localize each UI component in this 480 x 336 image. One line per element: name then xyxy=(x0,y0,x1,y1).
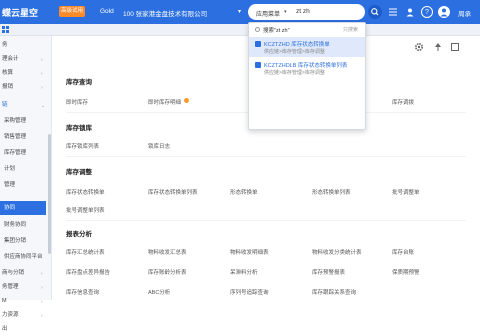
section-title-query: 库存查询 xyxy=(66,79,92,86)
avatar[interactable] xyxy=(438,6,450,18)
sidebar-item-inventory-collab[interactable]: 协同 xyxy=(0,201,46,215)
sidebar-item[interactable]: M xyxy=(0,294,46,308)
link-transfer[interactable]: 库存调拨 xyxy=(392,98,414,106)
result-path: 供应链>库存管理>库存调整 xyxy=(264,70,325,76)
chevron-down-icon[interactable]: ▾ xyxy=(284,9,287,15)
sidebar-item[interactable]: 计划 xyxy=(0,162,46,176)
sidebar-item[interactable]: 集团分销 xyxy=(0,234,46,248)
report-link[interactable]: 序列号追踪查询 xyxy=(230,288,269,296)
sidebar-scrollbar[interactable] xyxy=(48,134,51,254)
chevron-right-icon: › xyxy=(41,85,43,91)
divider xyxy=(66,156,466,157)
fullscreen-icon[interactable] xyxy=(450,42,460,52)
search-hint-tag: 只搜索 xyxy=(343,27,359,33)
report-link[interactable]: 物料收发明细表 xyxy=(230,248,269,256)
link-form-convert-list[interactable]: 形态转换单列表 xyxy=(312,188,351,196)
link-lock-log[interactable]: 锁库日志 xyxy=(148,142,170,150)
help-icon[interactable]: ? xyxy=(421,6,433,18)
top-bar: 蝶云星空 高级试用 Gold 100 张家港金盘技术有限公司 ▾ 应用菜单 ▾ … xyxy=(0,0,480,24)
link-lot-adjust-list[interactable]: 批号调整单列表 xyxy=(66,206,105,214)
report-link[interactable]: 物料收发汇总表 xyxy=(148,248,187,256)
link-status-convert[interactable]: 库存状态转换单 xyxy=(66,188,105,196)
report-link[interactable]: ABC分析 xyxy=(148,288,170,296)
edition-label: Gold xyxy=(100,8,114,15)
link-lock-list[interactable]: 库存锁库列表 xyxy=(66,142,99,150)
section-title-adjust: 库存调整 xyxy=(66,169,92,176)
bill-icon xyxy=(255,62,261,68)
sidebar-item[interactable]: 财务协同 xyxy=(0,218,46,232)
new-badge-dot xyxy=(184,98,189,103)
sidebar-item[interactable]: 务 xyxy=(0,38,46,52)
grid-apps-icon[interactable] xyxy=(2,26,10,34)
result-title: KCZTZHD 库存状态转换单 xyxy=(264,42,330,48)
report-link[interactable]: 库存预警报表 xyxy=(312,268,345,276)
report-link[interactable]: 库存台账 xyxy=(392,248,414,256)
search-hint: 搜索"zt zh" xyxy=(263,28,290,34)
link-status-convert-list[interactable]: 库存状态转换单列表 xyxy=(148,188,198,196)
divider xyxy=(66,220,466,221)
report-link[interactable]: 保质期预警 xyxy=(392,268,420,276)
sidebar-item[interactable]: 出 xyxy=(0,322,46,336)
menu-icon[interactable] xyxy=(387,6,399,18)
search-input[interactable]: zt zh xyxy=(296,8,310,15)
sidebar-item[interactable]: 商与分销 xyxy=(0,266,46,280)
sidebar-item[interactable]: 销售管理 xyxy=(0,130,46,144)
global-search[interactable]: 应用菜单 ▾ zt zh xyxy=(248,4,365,20)
sidebar-item[interactable]: 报销 xyxy=(0,80,46,94)
person-icon[interactable] xyxy=(404,6,416,18)
sidebar-item[interactable]: 管理 xyxy=(0,178,46,192)
link-form-convert[interactable]: 形态转换单 xyxy=(230,188,258,196)
search-icon xyxy=(255,27,260,32)
search-scope-select[interactable]: 应用菜单 xyxy=(256,9,280,18)
chevron-right-icon: › xyxy=(41,71,43,77)
report-link[interactable]: 库存跟踪关系查询 xyxy=(312,288,356,296)
sidebar-item[interactable]: 理会计 xyxy=(0,52,46,66)
sidebar-item[interactable]: 务管理 xyxy=(0,280,46,294)
trial-badge[interactable]: 高级试用 xyxy=(59,6,85,17)
sidebar-item[interactable]: 库存管理 xyxy=(0,146,46,160)
section-title-report: 报表分析 xyxy=(66,231,92,238)
chevron-down-icon[interactable]: ▾ xyxy=(238,8,241,15)
report-link[interactable]: 库存盘点差异报告 xyxy=(66,268,110,276)
link-inventory-detail[interactable]: 即时库存明细 xyxy=(148,98,181,106)
search-button[interactable] xyxy=(368,5,382,19)
search-suggestions-dropdown: 搜索"zt zh" 只搜索 KCZTZHD 库存状态转换单 供应链>库存管理>库… xyxy=(248,22,366,130)
report-link[interactable]: 呆滞料分析 xyxy=(230,268,258,276)
search-result-item[interactable]: KCZTZHD 库存状态转换单 供应链>库存管理>库存调整 xyxy=(249,37,365,57)
chevron-right-icon: › xyxy=(41,57,43,63)
result-title: KCZTZHDLB 库存状态转换单列表 xyxy=(264,63,348,69)
result-path: 供应链>库存管理>库存调整 xyxy=(264,49,325,55)
chevron-down-icon: ⌄ xyxy=(41,103,46,109)
chevron-right-icon: › xyxy=(41,285,43,291)
section-title-lock: 库存锁库 xyxy=(66,125,92,132)
app-logo[interactable]: 蝶云星空 xyxy=(2,6,38,19)
company-selector[interactable]: 100 张家港金盘技术有限公司 xyxy=(123,8,207,18)
search-result-item[interactable]: KCZTZHDLB 库存状态转换单列表 供应链>库存管理>库存调整 xyxy=(249,58,365,78)
bill-icon xyxy=(255,41,261,47)
user-name[interactable]: 周承 xyxy=(458,8,471,18)
sidebar-item[interactable]: 核算 xyxy=(0,66,46,80)
search-all-row[interactable]: 搜索"zt zh" 只搜索 xyxy=(249,23,365,35)
search-icon xyxy=(371,8,379,16)
link-inventory[interactable]: 即时库存 xyxy=(66,98,88,106)
sidebar-item[interactable]: 力资源 xyxy=(0,308,46,322)
report-link[interactable]: 库存汇总统计表 xyxy=(66,248,105,256)
sub-bar xyxy=(0,24,480,36)
report-link[interactable]: 库存信息查询 xyxy=(66,288,99,296)
gear-icon[interactable] xyxy=(414,42,424,52)
report-link[interactable]: 物料收发分类统计表 xyxy=(312,248,362,256)
chevron-right-icon: › xyxy=(41,271,43,277)
sidebar-item[interactable]: 采购管理 xyxy=(0,114,46,128)
sidebar-item[interactable]: 供应商协同平台 xyxy=(0,250,46,264)
sidebar: 务 理会计 › 核算 › 报销 › 链 ⌄ 采购管理 销售管理 库存管理 计划 … xyxy=(0,36,52,332)
report-link[interactable]: 库存账龄分析表 xyxy=(148,268,187,276)
pin-icon[interactable] xyxy=(433,42,443,52)
sidebar-item-supply-chain[interactable]: 链 xyxy=(0,98,46,112)
chevron-right-icon: › xyxy=(41,313,43,319)
link-lot-adjust[interactable]: 批号调整单 xyxy=(392,188,420,196)
